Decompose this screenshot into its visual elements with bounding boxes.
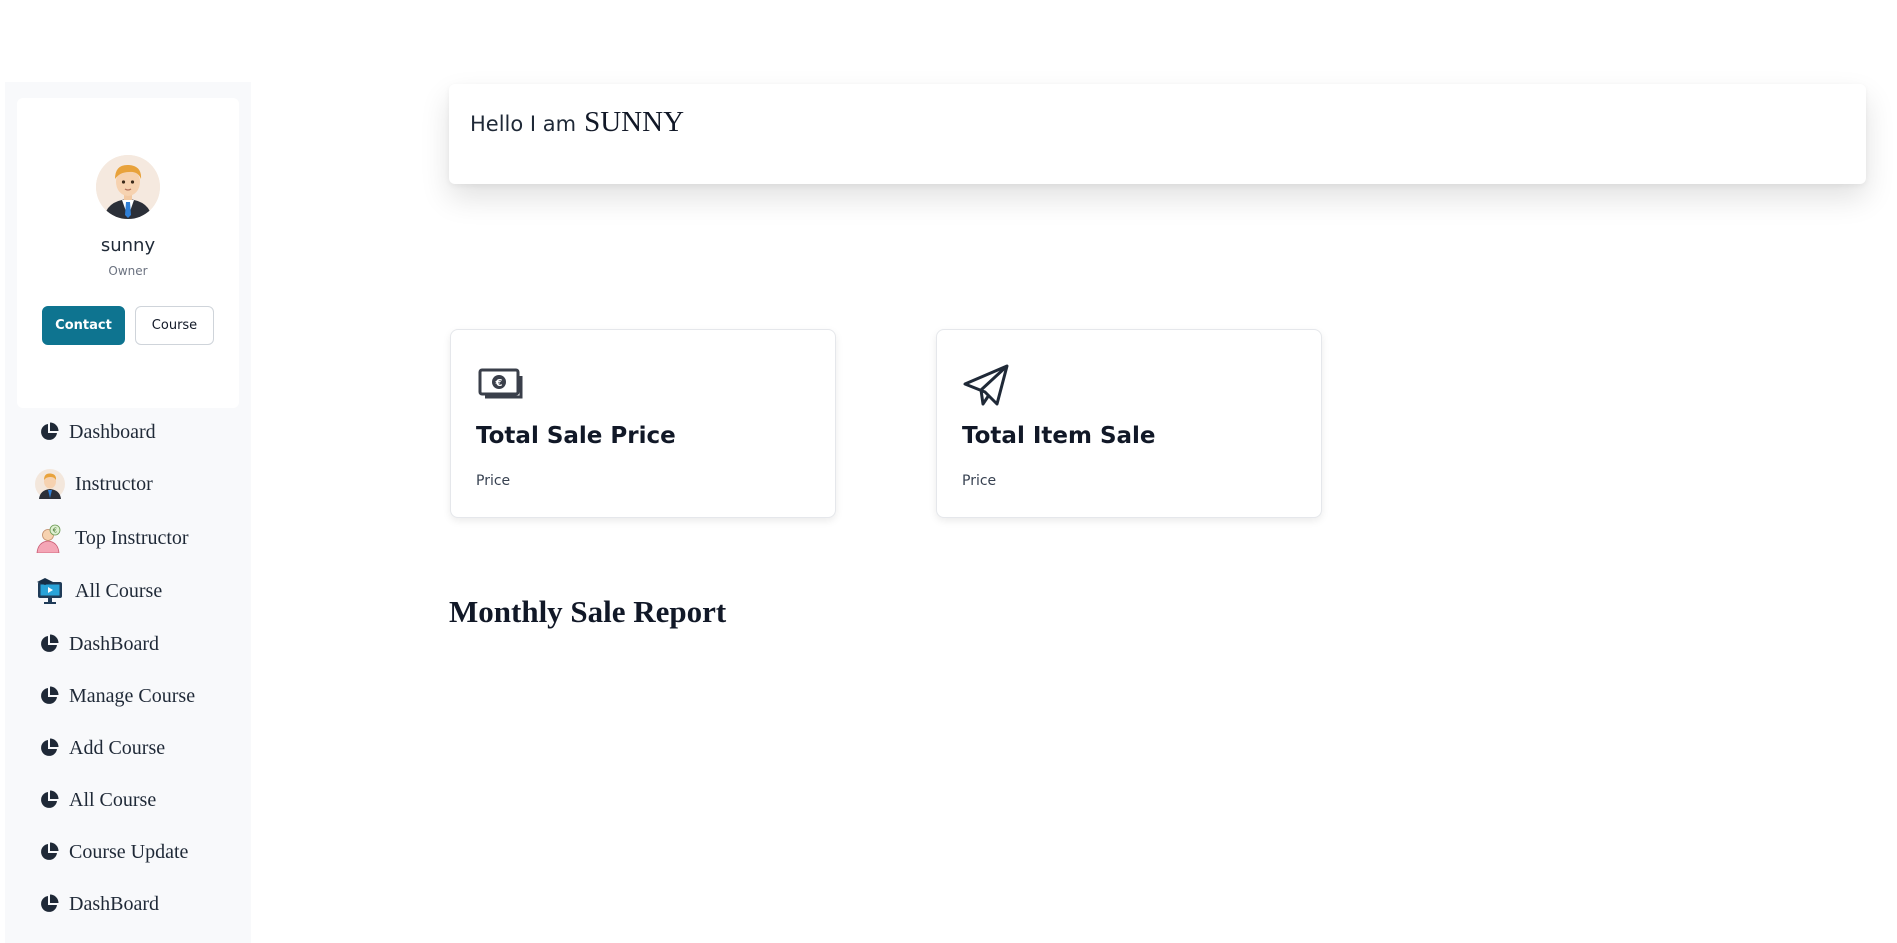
profile-name: sunny bbox=[100, 235, 156, 256]
pie-chart-icon bbox=[41, 842, 59, 860]
svg-text:€: € bbox=[53, 527, 57, 535]
pie-chart-icon bbox=[41, 738, 59, 756]
stat-subtitle: Price bbox=[476, 473, 511, 489]
greeting-card: Hello I am SUNNY bbox=[449, 84, 1866, 184]
sidebar-item-label: Top Instructor bbox=[75, 526, 189, 549]
sidebar-item-label: DashBoard bbox=[69, 892, 159, 915]
sidebar-item-all-course-2[interactable]: All Course bbox=[35, 783, 156, 817]
stat-title: Total Item Sale bbox=[962, 423, 1156, 449]
monthly-sale-report-title: Monthly Sale Report bbox=[449, 594, 727, 629]
pie-chart-icon bbox=[41, 634, 59, 652]
sidebar-item-dashboard-3[interactable]: DashBoard bbox=[35, 887, 159, 921]
profile-card: sunny Owner Contact Course bbox=[17, 98, 239, 408]
greeting-name: SUNNY bbox=[584, 106, 685, 138]
sidebar-item-all-course[interactable]: All Course bbox=[35, 574, 162, 608]
svg-text:€: € bbox=[495, 378, 503, 389]
paper-plane-icon bbox=[963, 364, 1009, 406]
sidebar-item-add-course[interactable]: Add Course bbox=[35, 731, 165, 765]
businessman-avatar-icon bbox=[96, 155, 160, 219]
sidebar: sunny Owner Contact Course Dashboard Ins… bbox=[5, 82, 251, 943]
top-instructor-icon: € bbox=[36, 524, 61, 553]
pie-chart-icon bbox=[41, 686, 59, 704]
sidebar-item-label: Manage Course bbox=[69, 684, 196, 707]
sidebar-item-label: Instructor bbox=[75, 472, 153, 495]
total-sale-price-card: € Total Sale Price Price bbox=[450, 329, 836, 518]
stat-title: Total Sale Price bbox=[476, 423, 676, 449]
sidebar-item-course-update[interactable]: Course Update bbox=[35, 835, 188, 869]
course-button[interactable]: Course bbox=[135, 306, 214, 345]
greeting-text: Hello I am SUNNY bbox=[470, 106, 684, 139]
pie-chart-icon bbox=[41, 422, 59, 440]
contact-button[interactable]: Contact bbox=[42, 306, 125, 345]
greeting-prefix: Hello I am bbox=[470, 112, 577, 136]
profile-role: Owner bbox=[108, 264, 148, 278]
sidebar-item-label: Add Course bbox=[69, 736, 166, 759]
money-icon: € bbox=[478, 368, 523, 399]
profile-avatar bbox=[96, 155, 160, 219]
sidebar-item-dashboard[interactable]: Dashboard bbox=[35, 415, 156, 449]
sidebar-item-label: Dashboard bbox=[69, 420, 156, 443]
sidebar-item-dashboard-2[interactable]: DashBoard bbox=[35, 627, 159, 661]
stat-subtitle: Price bbox=[962, 473, 997, 489]
pie-chart-icon bbox=[41, 894, 59, 912]
sidebar-item-label: Course Update bbox=[69, 840, 189, 863]
pie-chart-icon bbox=[41, 790, 59, 808]
instructor-avatar-icon bbox=[35, 469, 65, 499]
sidebar-item-label: All Course bbox=[69, 788, 157, 811]
sidebar-item-instructor[interactable]: Instructor bbox=[35, 467, 153, 501]
video-course-icon bbox=[37, 578, 62, 604]
sidebar-item-manage-course[interactable]: Manage Course bbox=[35, 679, 195, 713]
total-item-sale-card: Total Item Sale Price bbox=[936, 329, 1322, 518]
sidebar-item-label: DashBoard bbox=[69, 632, 159, 655]
sidebar-item-top-instructor[interactable]: € Top Instructor bbox=[35, 521, 189, 555]
sidebar-item-label: All Course bbox=[75, 579, 163, 602]
